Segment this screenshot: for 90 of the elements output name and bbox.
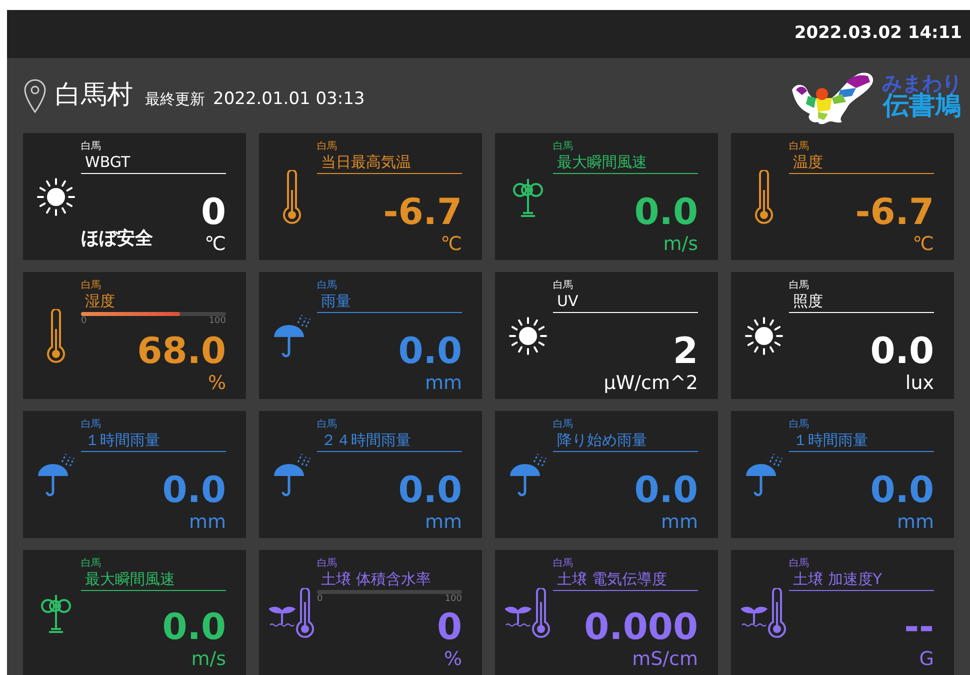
umbrella-rain-icon: [36, 452, 76, 498]
sensor-title: UV: [556, 292, 580, 310]
sensor-value: 0: [436, 609, 462, 647]
scale-min: 0: [81, 316, 87, 327]
umbrella-rain-icon: [272, 312, 312, 358]
sensor-title: 照度: [792, 292, 824, 310]
unit-label: mm: [896, 510, 934, 534]
unit-label: mm: [188, 510, 226, 534]
sensor-title: 最大瞬間風速: [84, 570, 176, 588]
umbrella-rain-icon: [744, 452, 784, 498]
sensor-title: 湿度: [84, 292, 116, 310]
soil-sensor-icon: [269, 588, 315, 638]
sensor-title: 雨量: [320, 292, 352, 310]
scale-max: 100: [444, 594, 462, 605]
logo-title: 伝書鳩: [883, 92, 961, 118]
unit-label: ℃: [440, 232, 462, 256]
station-label: 白馬: [81, 280, 102, 292]
last-updated-time: 2022.01.01 03:13: [213, 88, 365, 111]
station-label: 白馬: [789, 141, 810, 153]
unit-label: mm: [424, 510, 462, 534]
status-label: ほぼ安全: [81, 227, 153, 251]
unit-label: %: [208, 371, 226, 395]
station-label: 白馬: [317, 141, 338, 153]
sensor-title: WBGT: [84, 153, 132, 171]
station-label: 白馬: [81, 419, 102, 431]
umbrella-rain-icon: [508, 452, 548, 498]
sensor-title: 土壌 体積含水率: [320, 570, 432, 588]
sensor-value: --: [904, 609, 934, 647]
unit-label: mm: [424, 371, 462, 395]
station-label: 白馬: [789, 419, 810, 431]
sensor-value: 0.0: [398, 333, 462, 371]
soil-sensor-icon: [505, 588, 551, 638]
location-name: 白馬村: [55, 79, 133, 112]
unit-label: %: [444, 647, 462, 671]
clock-text: 2022.03.02 14:11: [794, 22, 962, 46]
station-label: 白馬: [553, 280, 574, 292]
sensor-title: 最大瞬間風速: [556, 153, 648, 171]
sensor-value: 0.0: [162, 609, 226, 647]
station-label: 白馬: [553, 419, 574, 431]
sensor-value: 2: [672, 333, 698, 371]
sensor-title: 温度: [792, 153, 824, 171]
sun-icon: [36, 176, 76, 216]
sensor-title: 当日最高気温: [320, 153, 412, 171]
umbrella-rain-icon: [272, 452, 312, 498]
sensor-value: -6.7: [855, 194, 934, 232]
unit-label: μW/cm^2: [604, 371, 698, 395]
sensor-value: 0: [200, 194, 226, 232]
soil-sensor-icon: [741, 588, 787, 638]
unit-label: G: [919, 647, 934, 671]
sensor-title: １時間雨量: [84, 431, 161, 449]
sensor-value: 0.0: [870, 472, 934, 510]
station-label: 白馬: [789, 280, 810, 292]
sensor-value: 0.000: [584, 609, 698, 647]
sensor-value: 0.0: [634, 472, 698, 510]
last-updated-label: 最終更新: [145, 89, 205, 110]
sensor-value: 68.0: [137, 333, 226, 371]
scale-min: 0: [317, 594, 323, 605]
sun-icon: [508, 316, 548, 356]
sensor-title: 降り始め雨量: [556, 431, 648, 449]
station-label: 白馬: [317, 558, 338, 570]
station-label: 白馬: [553, 558, 574, 570]
sensor-value: 0.0: [634, 194, 698, 232]
station-label: 白馬: [81, 558, 102, 570]
location-pin-icon: [23, 78, 47, 114]
unit-label: mm: [660, 510, 698, 534]
station-label: 白馬: [81, 141, 102, 153]
station-label: 白馬: [553, 141, 574, 153]
station-label: 白馬: [317, 280, 338, 292]
sensor-value: 0.0: [870, 333, 934, 371]
sensor-title: １時間雨量: [792, 431, 869, 449]
sensor-title: ２４時間雨量: [320, 431, 412, 449]
station-label: 白馬: [317, 419, 338, 431]
sensor-value: 0.0: [162, 472, 226, 510]
unit-label: mS/cm: [632, 647, 698, 671]
unit-label: ℃: [204, 232, 226, 256]
unit-label: lux: [905, 371, 934, 395]
sensor-value: -6.7: [383, 194, 462, 232]
sun-icon: [744, 316, 784, 356]
logo-tagline: みまわり: [882, 72, 962, 92]
sensor-title: 土壌 電気伝導度: [556, 570, 668, 588]
unit-label: ℃: [912, 232, 934, 256]
thermometer-icon: [282, 170, 302, 224]
unit-label: m/s: [191, 647, 226, 671]
sensor-value: 0.0: [398, 472, 462, 510]
thermometer-icon: [754, 170, 774, 224]
station-label: 白馬: [789, 558, 810, 570]
sensor-title: 土壌 加速度Y: [792, 570, 883, 588]
thermometer-icon: [46, 308, 66, 362]
scale-max: 100: [208, 316, 226, 327]
unit-label: m/s: [663, 232, 698, 256]
